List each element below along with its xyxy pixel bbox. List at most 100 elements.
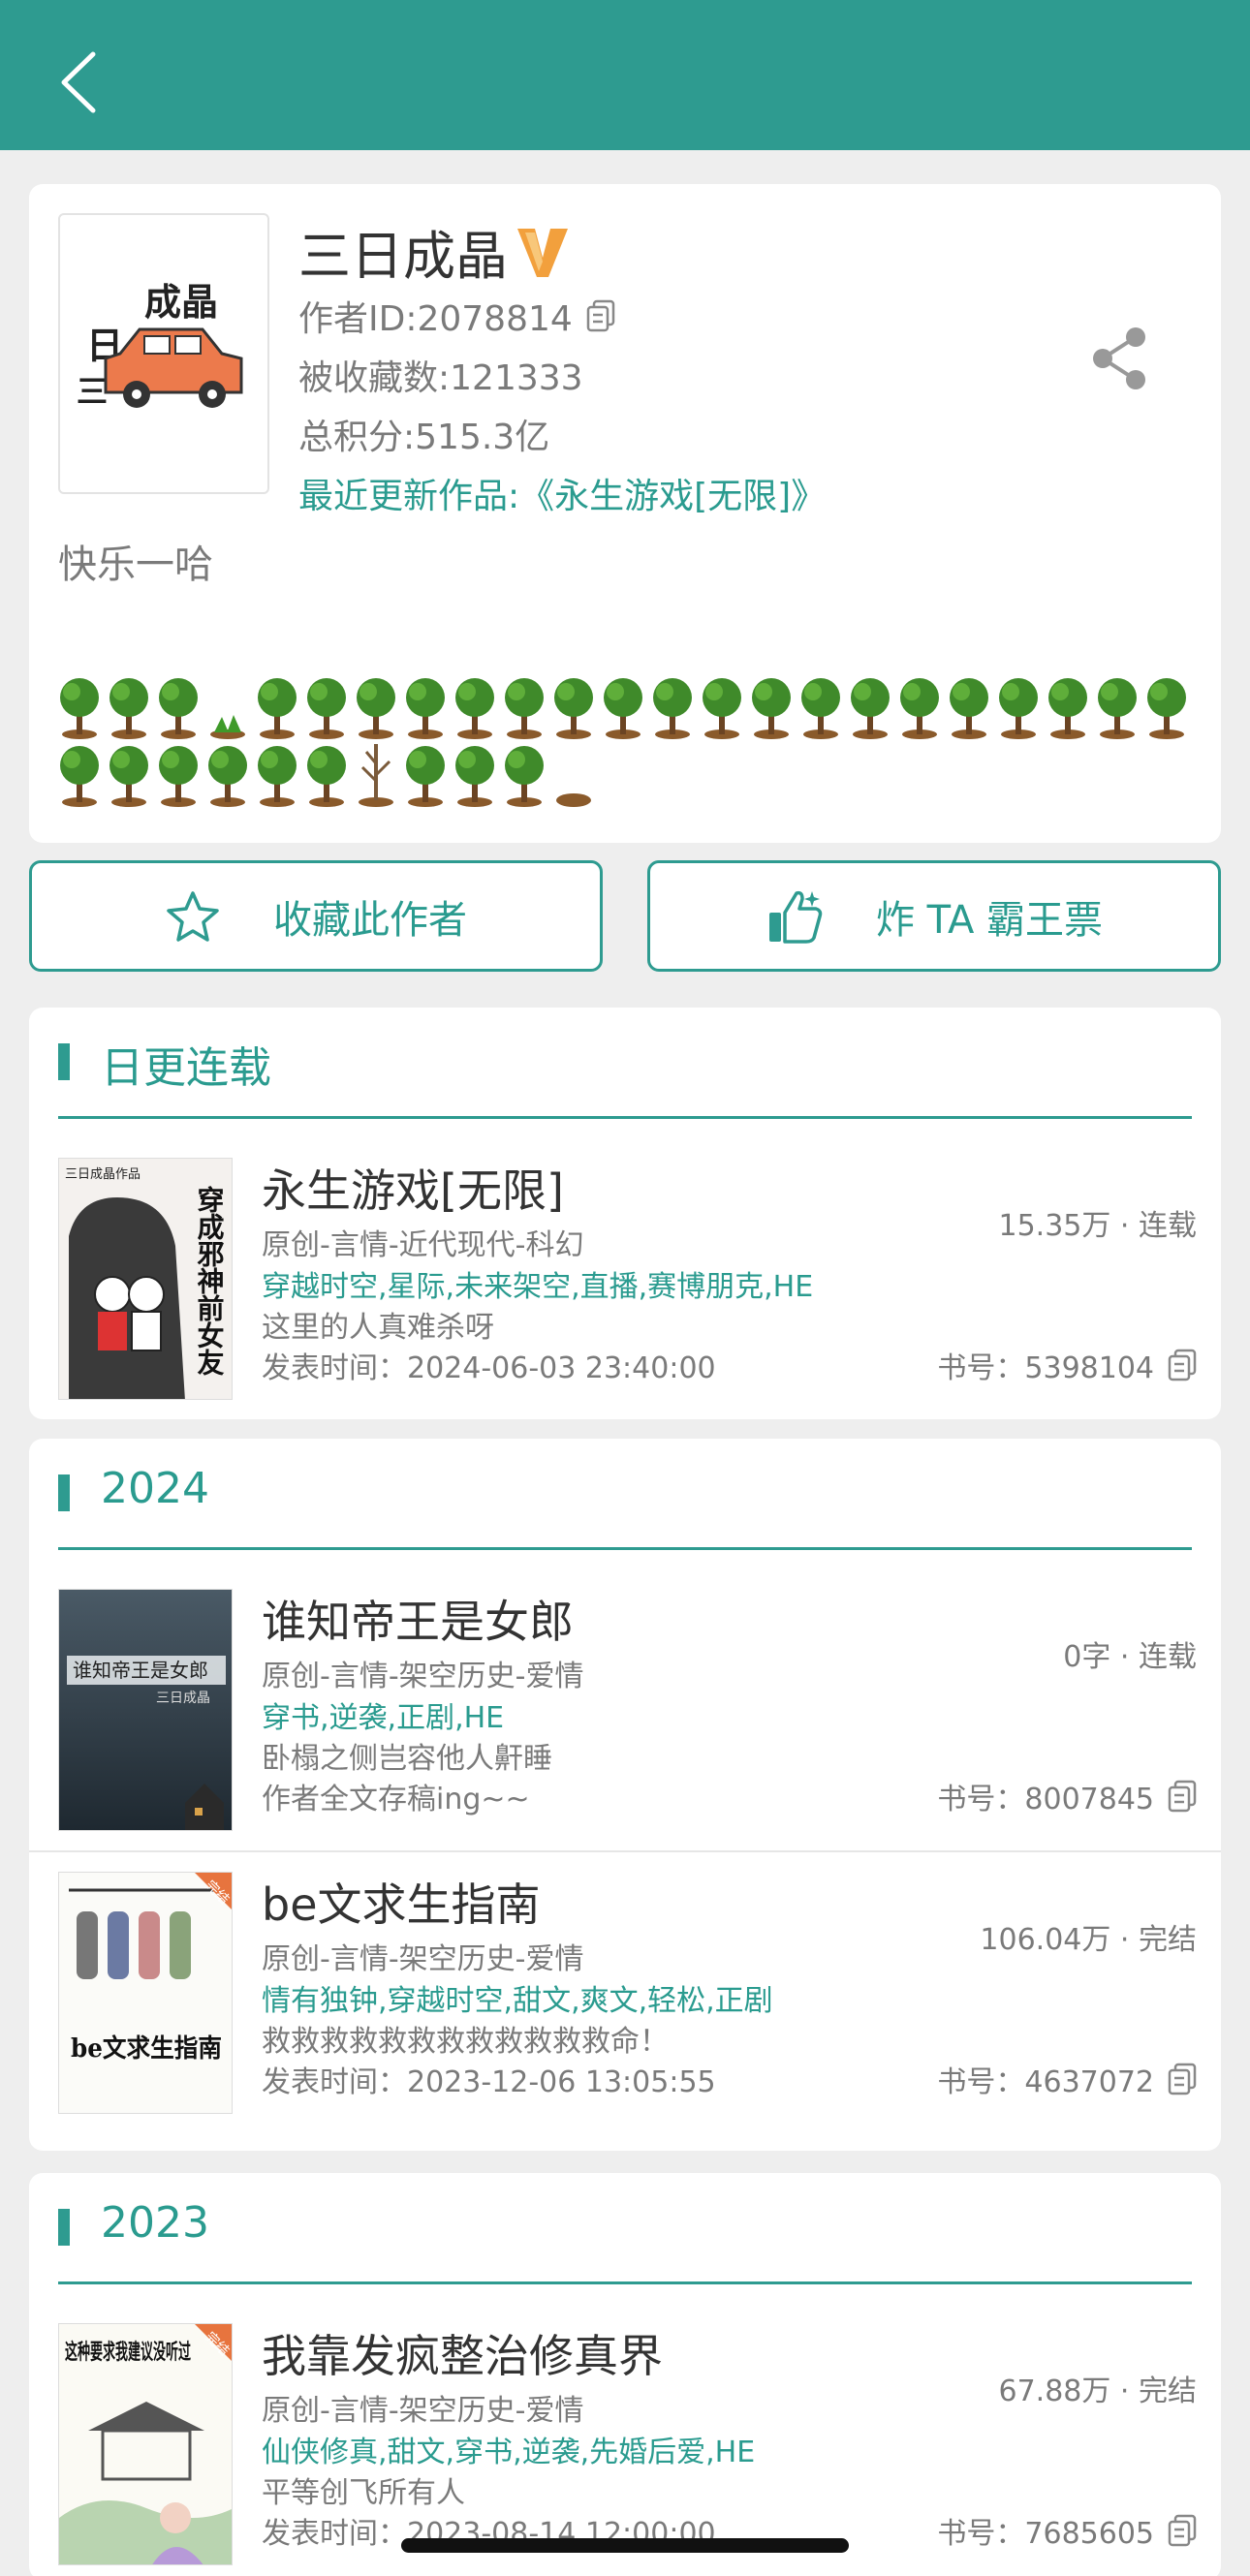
tree-icon [406,746,445,807]
cover-header: 谁知帝王是女郎 [73,1659,208,1682]
book-item[interactable]: 谁知帝王是女郎 三日成晶 谁知帝王是女郎 原创-言情-架空历史-爱情 穿书,逆袭… [29,1569,1221,1831]
tree-icon [208,746,247,807]
section-header: 日更连载 [58,1008,1192,1119]
vote-button[interactable]: 炸 TA 霸王票 [647,860,1221,972]
book-stat: 106.04万 · 完结 [980,1923,1197,1957]
tree-icon [307,746,346,807]
tree-icon [60,746,99,807]
book-genre: 原创-言情-架空历史-爱情 [262,1942,584,1976]
favorite-author-label: 收藏此作者 [273,897,467,943]
tree-icon [851,678,890,739]
book-stat: 67.88万 · 完结 [998,2374,1198,2408]
book-title[interactable]: 谁知帝王是女郎 [262,1587,574,1651]
tree-icon [801,678,840,739]
book-note: 作者全文存稿ing~~ [262,1783,530,1816]
tree-icon [1147,678,1186,739]
back-button[interactable] [48,48,107,116]
tree-icon [950,678,988,739]
book-item[interactable]: 完结 be文求生指南 be文求生指南 原创-言情-架空历史-爱情 情有独钟,穿越… [29,1850,1221,2114]
book-stat: 15.35万 · 连载 [998,1209,1198,1243]
tree-icon [604,678,642,739]
section-header: 2023 [58,2173,1192,2284]
sprout-icon [210,715,245,739]
home-indicator[interactable] [401,2538,849,2553]
tree-icon [109,678,148,739]
book-number: 书号：5398104 [937,1344,1197,1386]
book-cover[interactable]: 三日成晶作品 穿成邪神前女友 [58,1158,233,1400]
tree-icon [109,746,148,807]
section-2024: 2024 谁知帝王是女郎 三日成晶 谁知帝王是女郎 原创-言情-架空历史-爱情 [29,1439,1221,2151]
tree-icon [703,678,741,739]
book-title[interactable]: 永生游戏[无限] [262,1156,564,1220]
book-cover[interactable]: 完结 这种要求我建议没听过 [58,2323,233,2565]
tree-icon [505,678,544,739]
tree-icon [505,746,544,807]
tree-icon [455,678,494,739]
author-profile-card: 成晶 日 三 三日成晶 作者ID:2078814 被收藏数:121333 总积分… [29,184,1221,843]
thumbs-up-icon [768,890,823,944]
author-avatar[interactable]: 成晶 日 三 [58,213,269,494]
favorite-author-button[interactable]: 收藏此作者 [29,860,603,972]
cover-title: 这种要求我建议没听过 [65,2340,191,2365]
book-cover[interactable]: 完结 be文求生指南 [58,1872,233,2114]
tree-icon [258,678,297,739]
copy-icon[interactable] [1168,2063,1197,2095]
section-title: 2023 [101,2198,209,2248]
book-title[interactable]: be文求生指南 [262,1870,541,1934]
section-title: 日更连载 [101,1043,271,1093]
copy-icon[interactable] [586,299,615,332]
section-marker [58,2209,70,2246]
vote-label: 炸 TA 霸王票 [875,897,1104,943]
author-name: 三日成晶 [298,213,572,290]
tree-icon [406,678,445,739]
copy-icon[interactable] [1168,2514,1197,2547]
book-publish-time: 发表时间：2024-06-03 23:40:00 [262,1351,716,1385]
share-icon [1093,327,1145,389]
tree-icon [258,746,297,807]
book-item[interactable]: 完结 这种要求我建议没听过 我靠发疯整治修真界 原创-言情-架空历史-爱情 仙侠… [29,2304,1221,2565]
book-title[interactable]: 我靠发疯整治修真界 [262,2321,663,2385]
book-genre: 原创-言情-近代现代-科幻 [262,1228,584,1262]
book-item[interactable]: 三日成晶作品 穿成邪神前女友 永生游戏[无限] 原创-言情-近代现代-科幻 穿越… [29,1138,1221,1400]
book-tags: 穿越时空,星际,未来架空,直播,赛博朋克,HE [262,1270,814,1304]
stump-icon [556,793,591,807]
section-2023: 2023 完结 这种要求我建议没听过 我靠发疯整治修真界 原创-言情-架空历史-… [29,2173,1221,2576]
book-number-text: 书号：4637072 [937,2065,1154,2099]
tree-icon [653,678,692,739]
share-button[interactable] [1085,320,1153,397]
latest-work-link[interactable]: 最近更新作品:《永生游戏[无限]》 [298,468,826,518]
avatar-text-top: 成晶 [144,281,218,324]
car-avatar-icon: 成晶 日 三 [77,281,243,410]
book-intro: 救救救救救救救救救救救救命！ [262,2025,669,2059]
tree-icon [752,678,791,739]
vip-v-icon [517,228,568,277]
total-score: 总积分:515.3亿 [298,418,550,457]
tree-icon [307,678,346,739]
chevron-left-icon [61,51,96,113]
book-tags: 情有独钟,穿越时空,甜文,爽文,轻松,正剧 [262,1984,773,2018]
avatar-text-side: 三 [77,373,108,410]
tree-icon [159,746,198,807]
favorites-count: 被收藏数:121333 [298,358,583,398]
copy-icon[interactable] [1168,1780,1197,1813]
book-cover[interactable]: 谁知帝王是女郎 三日成晶 [58,1589,233,1831]
book-number-text: 书号：8007845 [937,1783,1154,1816]
author-id-line: 作者ID:2078814 [298,291,615,341]
tree-icon [159,678,198,739]
tree-icon [455,746,494,807]
author-bio: 快乐一哈 [58,543,213,587]
cover-title: 穿成邪神前女友 [194,1186,226,1376]
cover-title: be文求生指南 [71,2033,222,2064]
book-intro: 平等创飞所有人 [262,2476,465,2510]
section-header: 2024 [58,1439,1192,1550]
book-genre: 原创-言情-架空历史-爱情 [262,2394,584,2428]
section-marker [58,1043,70,1080]
tree-icon [60,678,99,739]
author-name-text: 三日成晶 [298,226,508,287]
tree-garden [60,678,1186,807]
book-tags: 穿书,逆袭,正剧,HE [262,1701,505,1735]
copy-icon[interactable] [1168,1349,1197,1381]
dead-tree-icon [359,744,393,807]
book-intro: 这里的人真难杀呀 [262,1311,494,1345]
book-number-text: 书号：7685605 [937,2517,1154,2551]
